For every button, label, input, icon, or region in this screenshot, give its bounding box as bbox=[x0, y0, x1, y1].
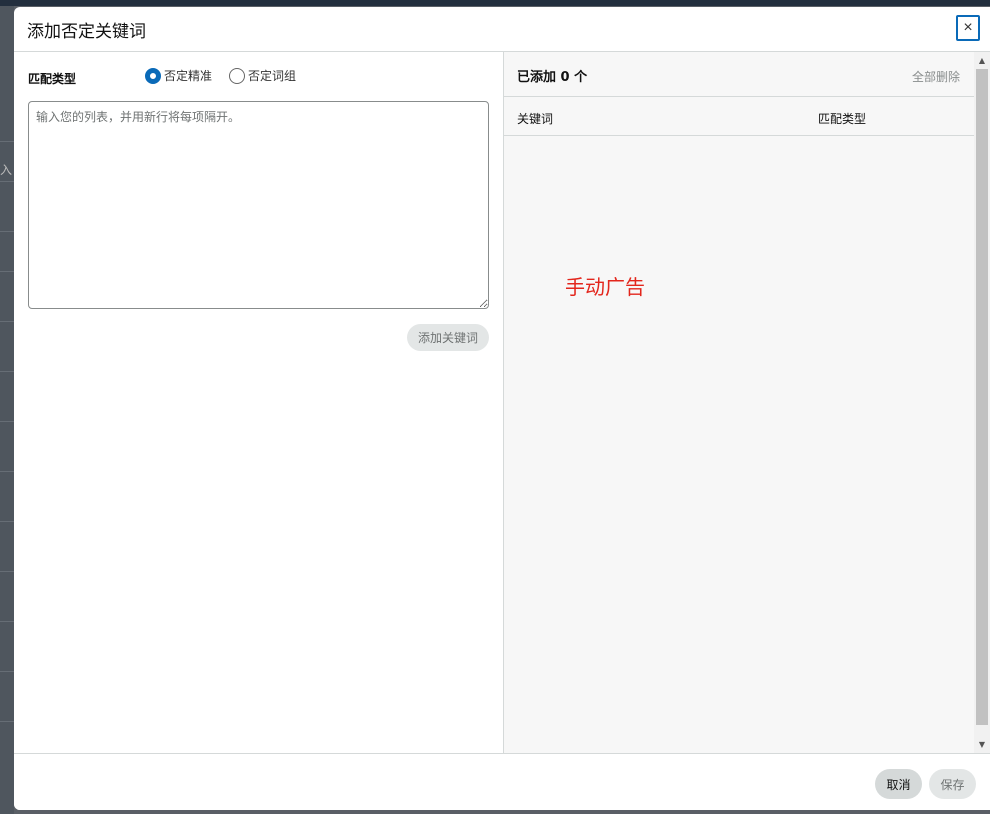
scroll-up-icon[interactable]: ▲ bbox=[974, 52, 990, 69]
radio-label-phrase: 否定词组 bbox=[248, 69, 297, 83]
scroll-thumb[interactable] bbox=[976, 69, 988, 725]
background-text: 入 bbox=[0, 163, 13, 177]
radio-label-exact: 否定精准 bbox=[164, 69, 213, 83]
added-keywords-pane: 已添加 0 个 全部删除 关键词 匹配类型 手动广告 bbox=[504, 52, 974, 753]
cancel-button[interactable]: 取消 bbox=[875, 769, 922, 799]
modal-footer: 取消 保存 bbox=[14, 753, 990, 810]
table-header-divider bbox=[504, 135, 974, 136]
match-type-label: 匹配类型 bbox=[28, 72, 77, 86]
radio-unchecked-icon[interactable] bbox=[229, 67, 245, 84]
radio-checked-icon[interactable] bbox=[145, 67, 161, 84]
added-count: 已添加 0 个 bbox=[517, 70, 588, 85]
modal-header: 添加否定关键词 × bbox=[14, 7, 990, 52]
top-nav-bar bbox=[0, 0, 990, 6]
scroll-down-icon[interactable]: ▼ bbox=[974, 736, 990, 753]
modal-title: 添加否定关键词 bbox=[27, 22, 146, 42]
column-header-match-type: 匹配类型 bbox=[818, 112, 867, 126]
background-page: 入 bbox=[0, 6, 14, 814]
keyword-list-textarea[interactable] bbox=[28, 101, 489, 309]
keyword-input-pane: 匹配类型 否定精准 否定词组 添加关键词 bbox=[14, 52, 503, 753]
scrollbar[interactable]: ▲ ▼ bbox=[974, 52, 990, 753]
radio-negative-exact[interactable]: 否定精准 bbox=[145, 67, 212, 84]
add-keyword-button[interactable]: 添加关键词 bbox=[407, 324, 489, 351]
radio-negative-phrase[interactable]: 否定词组 bbox=[229, 67, 296, 84]
add-negative-keywords-modal: 添加否定关键词 × 匹配类型 否定精准 否定词组 添加关键词 已添加 0 个 全… bbox=[14, 7, 990, 810]
save-button[interactable]: 保存 bbox=[929, 769, 976, 799]
annotation-text: 手动广告 bbox=[565, 275, 645, 299]
header-divider bbox=[504, 96, 974, 97]
delete-all-link[interactable]: 全部删除 bbox=[912, 68, 960, 85]
close-icon: × bbox=[963, 19, 973, 36]
column-header-keyword: 关键词 bbox=[517, 112, 554, 126]
close-button[interactable]: × bbox=[956, 15, 980, 41]
